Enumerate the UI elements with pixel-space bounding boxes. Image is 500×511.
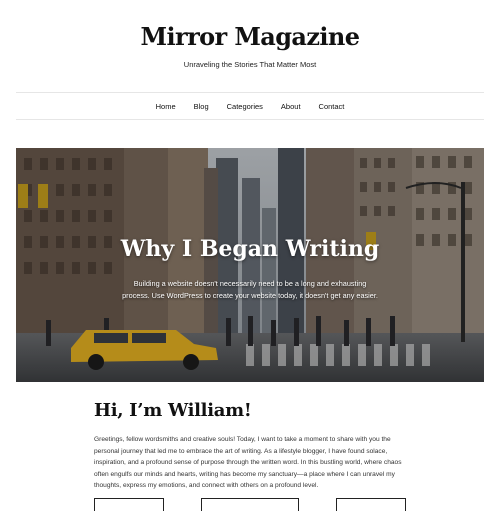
site-tagline: Unraveling the Stories That Matter Most (183, 60, 317, 69)
site-title[interactable]: Mirror Magazine (0, 22, 500, 51)
post-card-2[interactable] (201, 498, 299, 511)
nav-item-about[interactable]: About (281, 102, 301, 111)
post-card-3[interactable] (336, 498, 406, 511)
hero-city-street-image (16, 148, 484, 382)
nav-item-categories[interactable]: Categories (227, 102, 263, 111)
nav-item-blog[interactable]: Blog (194, 102, 209, 111)
hero-description: Building a website doesn't necessarily n… (122, 279, 378, 300)
post-card-1[interactable] (94, 498, 164, 511)
intro-paragraph: Greetings, fellow wordsmiths and creativ… (94, 436, 402, 489)
hero-banner: Why I Began Writing Building a website d… (16, 148, 484, 382)
nav-item-contact[interactable]: Contact (319, 102, 345, 111)
hero-title: Why I Began Writing (120, 236, 380, 262)
intro-heading: Hi, I’m William! (94, 400, 252, 421)
main-navigation: Home Blog Categories About Contact (16, 92, 484, 120)
nav-item-home[interactable]: Home (156, 102, 176, 111)
